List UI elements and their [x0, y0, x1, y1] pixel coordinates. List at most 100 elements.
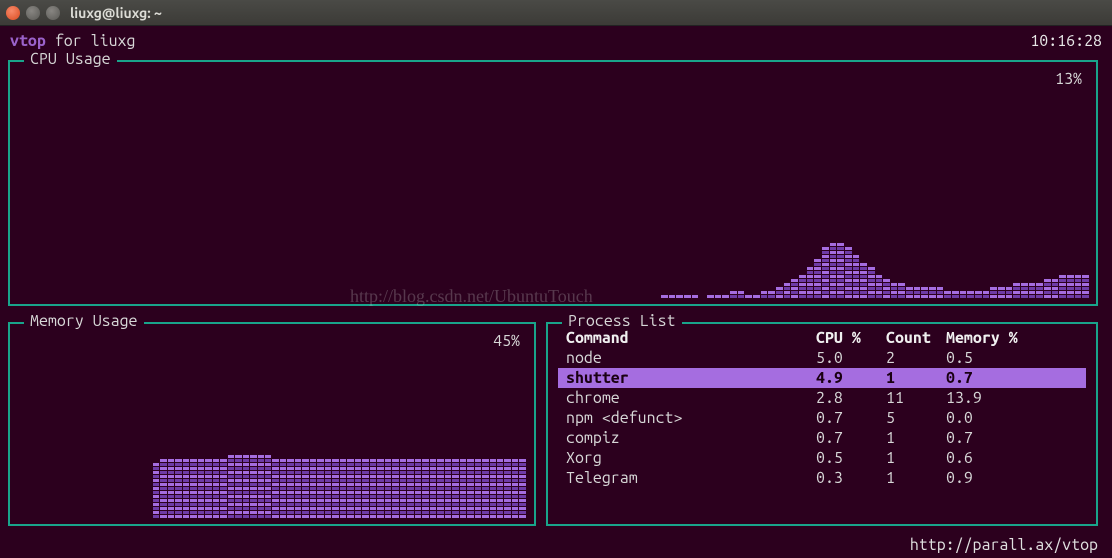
- table-row[interactable]: node5.020.5: [558, 348, 1086, 368]
- cell-count: 11: [886, 389, 946, 407]
- chart-bar: [1052, 279, 1059, 298]
- process-table[interactable]: Command CPU % Count Memory % node5.020.5…: [558, 328, 1086, 488]
- chart-bar: [1067, 275, 1074, 298]
- chart-bar: [1006, 287, 1013, 298]
- table-row[interactable]: shutter4.910.7: [558, 368, 1086, 388]
- chart-bar: [707, 295, 714, 298]
- chart-bar: [684, 295, 691, 298]
- chart-bar: [921, 287, 928, 298]
- chart-bar: [822, 247, 829, 298]
- chart-bar: [460, 459, 466, 518]
- chart-bar: [392, 459, 398, 518]
- chart-bar: [730, 291, 737, 298]
- chart-bar: [830, 243, 837, 298]
- chart-bar: [183, 459, 189, 518]
- chart-bar: [430, 459, 436, 518]
- table-row[interactable]: chrome2.81113.9: [558, 388, 1086, 408]
- chart-bar: [415, 459, 421, 518]
- chart-bar: [370, 459, 376, 518]
- chart-bar: [944, 291, 951, 298]
- col-command: Command: [566, 329, 816, 347]
- chart-bar: [722, 295, 729, 298]
- cell-memory: 0.0: [946, 409, 1036, 427]
- chart-bar: [952, 291, 959, 298]
- chart-bar: [310, 459, 316, 518]
- chart-bar: [437, 459, 443, 518]
- chart-bar: [990, 287, 997, 298]
- col-cpu: CPU %: [816, 329, 886, 347]
- chart-bar: [983, 291, 990, 298]
- chart-bar: [745, 295, 752, 298]
- chart-bar: [868, 267, 875, 298]
- table-row[interactable]: npm <defunct>0.750.0: [558, 408, 1086, 428]
- cell-count: 5: [886, 409, 946, 427]
- cell-cpu: 0.3: [816, 469, 886, 487]
- chart-bar: [853, 255, 860, 298]
- minimize-icon[interactable]: [26, 6, 40, 20]
- chart-bar: [768, 291, 775, 298]
- chart-bar: [213, 459, 219, 518]
- cell-memory: 0.7: [946, 429, 1036, 447]
- chart-bar: [669, 295, 676, 298]
- chart-bar: [891, 283, 898, 298]
- chart-bar: [258, 455, 264, 518]
- cell-count: 1: [886, 449, 946, 467]
- header-line: vtop for liuxg 10:16:28: [10, 32, 1102, 50]
- chart-bar: [799, 275, 806, 298]
- clock: 10:16:28: [1030, 32, 1102, 50]
- chart-bar: [198, 459, 204, 518]
- chart-bar: [998, 287, 1005, 298]
- chart-bar: [1021, 283, 1028, 298]
- chart-bar: [937, 287, 944, 298]
- chart-bar: [676, 295, 683, 298]
- chart-bar: [738, 291, 745, 298]
- maximize-icon[interactable]: [46, 6, 60, 20]
- close-icon[interactable]: [6, 6, 20, 20]
- chart-bar: [325, 459, 331, 518]
- chart-bar: [845, 247, 852, 298]
- chart-bar: [512, 459, 518, 518]
- chart-bar: [220, 459, 226, 518]
- cell-memory: 0.7: [946, 369, 1036, 387]
- cell-cpu: 0.5: [816, 449, 886, 467]
- chart-bar: [1036, 283, 1043, 298]
- chart-bar: [243, 455, 249, 518]
- chart-bar: [482, 459, 488, 518]
- chart-bar: [898, 283, 905, 298]
- cell-cpu: 0.7: [816, 429, 886, 447]
- cell-memory: 13.9: [946, 389, 1036, 407]
- chart-bar: [1013, 283, 1020, 298]
- chart-bar: [960, 291, 967, 298]
- cpu-usage-panel: CPU Usage 13%: [8, 60, 1098, 306]
- terminal[interactable]: vtop for liuxg 10:16:28 CPU Usage 13% Me…: [0, 26, 1112, 558]
- chart-bar: [975, 291, 982, 298]
- cell-count: 1: [886, 369, 946, 387]
- chart-bar: [355, 459, 361, 518]
- chart-bar: [519, 459, 525, 518]
- cell-command: Telegram: [566, 469, 816, 487]
- table-row[interactable]: Xorg0.510.6: [558, 448, 1086, 468]
- cell-cpu: 4.9: [816, 369, 886, 387]
- chart-bar: [1059, 275, 1066, 298]
- cell-command: compiz: [566, 429, 816, 447]
- chart-bar: [475, 459, 481, 518]
- table-row[interactable]: Telegram0.310.9: [558, 468, 1086, 488]
- chart-bar: [153, 463, 159, 518]
- table-row[interactable]: compiz0.710.7: [558, 428, 1086, 448]
- chart-bar: [340, 459, 346, 518]
- chart-bar: [445, 459, 451, 518]
- chart-bar: [876, 275, 883, 298]
- app-name: vtop: [10, 32, 46, 50]
- cell-command: shutter: [566, 369, 816, 387]
- cell-command: chrome: [566, 389, 816, 407]
- chart-bar: [317, 459, 323, 518]
- chart-bar: [929, 287, 936, 298]
- chart-bar: [190, 459, 196, 518]
- cell-memory: 0.6: [946, 449, 1036, 467]
- chart-bar: [295, 459, 301, 518]
- chart-bar: [1029, 283, 1036, 298]
- chart-bar: [175, 459, 181, 518]
- memory-usage-panel: Memory Usage 45%: [8, 322, 536, 526]
- chart-bar: [272, 459, 278, 518]
- chart-bar: [761, 291, 768, 298]
